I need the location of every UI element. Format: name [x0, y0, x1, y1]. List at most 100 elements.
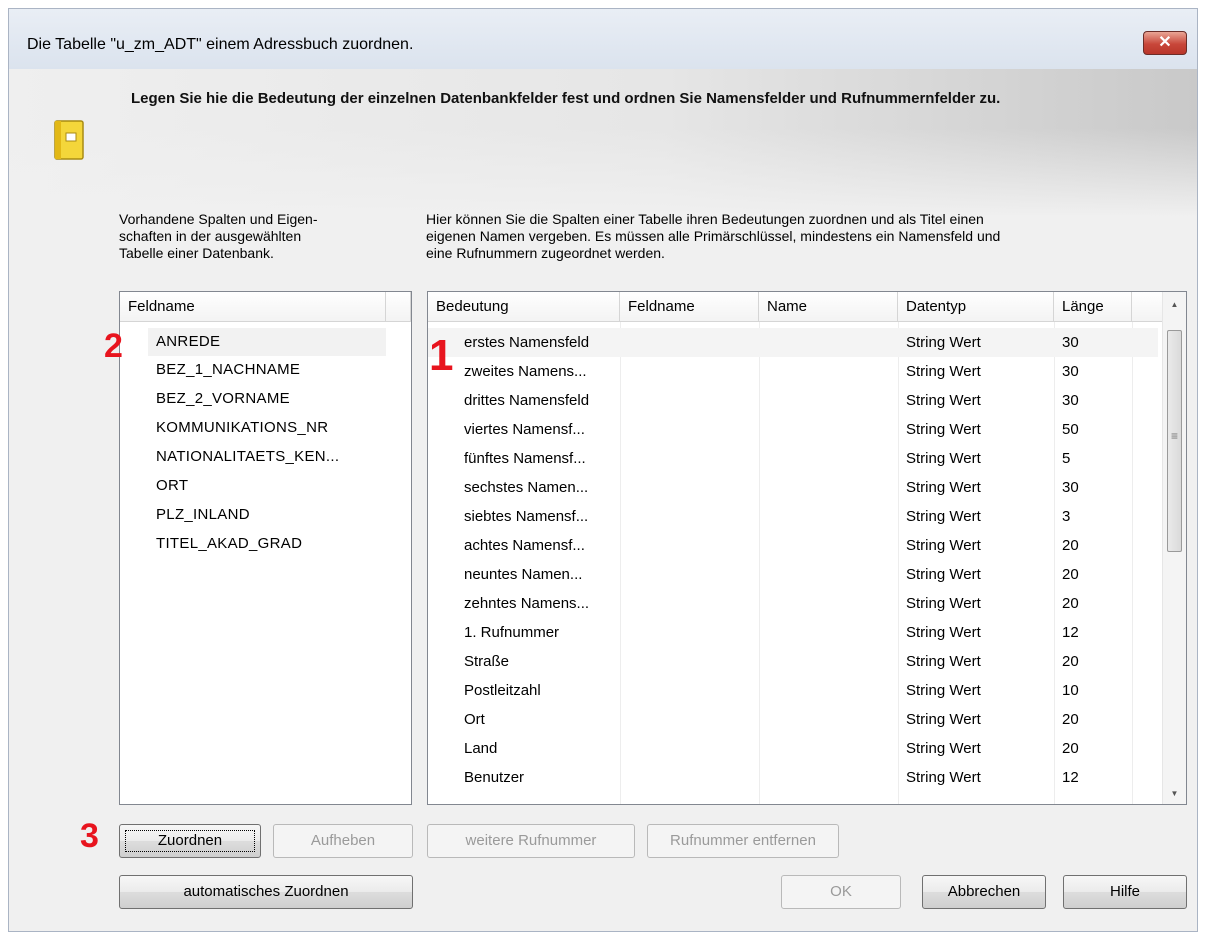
table-cell: [767, 589, 897, 618]
field-list-header[interactable]: Feldname: [120, 292, 386, 322]
table-cell: Postleitzahl: [464, 682, 541, 699]
column-header-name[interactable]: Name: [759, 292, 898, 322]
field-item[interactable]: BEZ_2_VORNAME: [156, 385, 290, 413]
dialog-window: Die Tabelle "u_zm_ADT" einem Adressbuch …: [8, 8, 1198, 932]
table-cell: 3: [1062, 508, 1071, 525]
table-cell: 30: [1062, 479, 1079, 496]
table-cell: [767, 444, 897, 473]
hilfe-button[interactable]: Hilfe: [1063, 875, 1187, 909]
column-header-bedeutung[interactable]: Bedeutung: [428, 292, 620, 322]
mapping-table[interactable]: Bedeutung Feldname Name Datentyp Länge e…: [427, 291, 1187, 805]
table-cell: 12: [1062, 769, 1079, 786]
table-cell: [767, 705, 897, 734]
table-cell: erstes Namensfeld: [464, 334, 590, 351]
table-cell: [628, 560, 758, 589]
table-row[interactable]: zweites Namens... String Wert 30: [428, 357, 1158, 386]
table-cell: drittes Namensfeld: [464, 392, 590, 409]
table-cell: String Wert: [906, 740, 981, 757]
table-cell: [767, 763, 897, 792]
table-cell: 50: [1062, 421, 1079, 438]
aufheben-button[interactable]: Aufheben: [273, 824, 413, 858]
table-cell: [628, 502, 758, 531]
table-row[interactable]: fünftes Namensf... String Wert 5: [428, 444, 1158, 473]
table-cell: 30: [1062, 363, 1079, 380]
table-row[interactable]: neuntes Namen... String Wert 20: [428, 560, 1158, 589]
table-row[interactable]: siebtes Namensf... String Wert 3: [428, 502, 1158, 531]
table-row[interactable]: viertes Namensf... String Wert 50: [428, 415, 1158, 444]
table-cell: [628, 415, 758, 444]
field-item[interactable]: ANREDE: [148, 328, 386, 356]
address-book-icon: [54, 120, 84, 160]
title-bar: Die Tabelle "u_zm_ADT" einem Adressbuch …: [9, 9, 1197, 69]
column-header-feldname[interactable]: Feldname: [620, 292, 759, 322]
table-cell: 20: [1062, 653, 1079, 670]
table-row[interactable]: zehntes Namens... String Wert 20: [428, 589, 1158, 618]
table-cell: zehntes Namens...: [464, 595, 590, 612]
table-cell: [628, 647, 758, 676]
column-header-datentyp[interactable]: Datentyp: [898, 292, 1054, 322]
table-cell: String Wert: [906, 392, 981, 409]
abbrechen-button[interactable]: Abbrechen: [922, 875, 1046, 909]
table-cell: 12: [1062, 624, 1079, 641]
marker-3: 3: [80, 817, 99, 855]
table-cell: String Wert: [906, 595, 981, 612]
table-cell: String Wert: [906, 508, 981, 525]
table-cell: [628, 618, 758, 647]
table-cell: [767, 502, 897, 531]
table-cell: String Wert: [906, 624, 981, 641]
table-row[interactable]: Straße String Wert 20: [428, 647, 1158, 676]
table-cell: [767, 357, 897, 386]
field-item[interactable]: PLZ_INLAND: [156, 501, 250, 529]
table-cell: [628, 676, 758, 705]
field-item[interactable]: ORT: [156, 472, 188, 500]
table-row[interactable]: achtes Namensf... String Wert 20: [428, 531, 1158, 560]
table-cell: Straße: [464, 653, 510, 670]
table-cell: 5: [1062, 450, 1071, 467]
table-row[interactable]: 1. Rufnummer String Wert 12: [428, 618, 1158, 647]
table-row[interactable]: Ort String Wert 20: [428, 705, 1158, 734]
automatisches-zuordnen-button[interactable]: automatisches Zuordnen: [119, 875, 413, 909]
rufnummer-entfernen-button[interactable]: Rufnummer entfernen: [647, 824, 839, 858]
table-cell: 20: [1062, 595, 1079, 612]
field-item[interactable]: BEZ_1_NACHNAME: [156, 356, 300, 384]
marker-1: 1: [429, 331, 454, 380]
table-row[interactable]: Postleitzahl String Wert 10: [428, 676, 1158, 705]
zuordnen-button[interactable]: Zuordnen: [119, 824, 261, 858]
table-row[interactable]: drittes Namensfeld String Wert 30: [428, 386, 1158, 415]
table-cell: 20: [1062, 711, 1079, 728]
table-cell: [628, 473, 758, 502]
ok-button[interactable]: OK: [781, 875, 901, 909]
table-cell: String Wert: [906, 566, 981, 583]
table-row[interactable]: Benutzer String Wert 12: [428, 763, 1158, 792]
table-cell: fünftes Namensf...: [464, 450, 586, 467]
field-list[interactable]: Feldname ANREDE BEZ_1_NACHNAME BEZ_2_VOR…: [119, 291, 412, 805]
weitere-rufnummer-button[interactable]: weitere Rufnummer: [427, 824, 635, 858]
table-cell: [767, 415, 897, 444]
table-row[interactable]: Land String Wert 20: [428, 734, 1158, 763]
column-header-laenge[interactable]: Länge: [1054, 292, 1132, 322]
field-item[interactable]: TITEL_AKAD_GRAD: [156, 530, 302, 558]
table-row[interactable]: sechstes Namen... String Wert 30: [428, 473, 1158, 502]
marker-2: 2: [104, 327, 123, 365]
close-button[interactable]: ✕: [1143, 31, 1187, 55]
scroll-up-icon[interactable]: ▲: [1163, 300, 1186, 309]
vertical-scrollbar[interactable]: ▲ ≡ ▼: [1162, 292, 1186, 804]
table-cell: 20: [1062, 566, 1079, 583]
table-row[interactable]: erstes Namensfeld String Wert 30: [428, 328, 1158, 357]
table-cell: String Wert: [906, 769, 981, 786]
table-cell: 1. Rufnummer: [464, 624, 560, 641]
table-cell: 30: [1062, 334, 1079, 351]
table-cell: [628, 763, 758, 792]
table-cell: siebtes Namensf...: [464, 508, 589, 525]
field-item[interactable]: NATIONALITAETS_KEN...: [156, 443, 339, 471]
table-cell: [767, 676, 897, 705]
field-item[interactable]: KOMMUNIKATIONS_NR: [156, 414, 328, 442]
table-cell: [628, 357, 758, 386]
table-cell: [767, 560, 897, 589]
table-cell: [628, 531, 758, 560]
scroll-down-icon[interactable]: ▼: [1163, 789, 1186, 798]
table-cell: 10: [1062, 682, 1079, 699]
table-cell: [628, 589, 758, 618]
table-cell: [628, 328, 758, 357]
scrollbar-thumb[interactable]: ≡: [1167, 330, 1182, 552]
